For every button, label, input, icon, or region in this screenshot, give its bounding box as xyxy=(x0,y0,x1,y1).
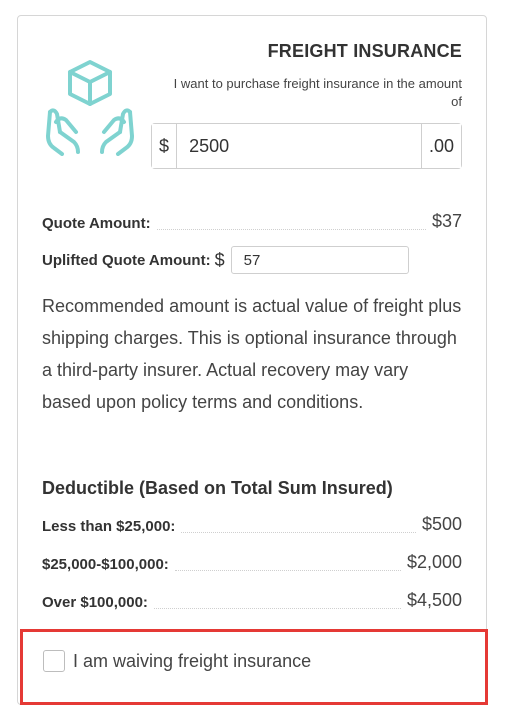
dotted-leader xyxy=(156,229,426,230)
quote-amount-label: Quote Amount: xyxy=(42,215,151,232)
waive-insurance-label[interactable]: I am waiving freight insurance xyxy=(73,651,311,672)
page-title: FREIGHT INSURANCE xyxy=(267,41,462,61)
deductible-row: Less than $25,000: $500 xyxy=(42,514,462,535)
dotted-leader xyxy=(181,532,416,533)
uplifted-quote-label: Uplifted Quote Amount: xyxy=(42,251,211,269)
deductible-row: Over $100,000: $4,500 xyxy=(42,590,462,611)
deductible-label: Over $100,000: xyxy=(42,594,148,611)
deductible-value: $4,500 xyxy=(406,590,462,610)
insurance-amount-input[interactable] xyxy=(177,124,422,168)
dotted-leader xyxy=(174,570,401,571)
deductible-row: $25,000-$100,000: $2,000 xyxy=(42,552,462,573)
quote-amount-value: $37 xyxy=(431,211,462,231)
insurance-note: Recommended amount is actual value of fr… xyxy=(42,296,462,412)
cents-suffix: .00 xyxy=(421,124,461,168)
uplifted-currency: $ xyxy=(214,249,225,270)
subtitle-text: I want to purchase freight insurance in … xyxy=(173,76,462,109)
hands-holding-box-icon xyxy=(46,60,134,156)
uplifted-quote-input[interactable] xyxy=(230,246,409,274)
deductible-value: $500 xyxy=(421,514,462,534)
waive-insurance-option[interactable]: I am waiving freight insurance xyxy=(43,650,311,672)
uplifted-quote-row: Uplifted Quote Amount: $ xyxy=(42,246,409,274)
deductible-label: $25,000-$100,000: xyxy=(42,556,169,573)
waive-insurance-checkbox[interactable] xyxy=(43,650,65,672)
quote-amount-row: Quote Amount: $37 xyxy=(42,211,462,232)
deductible-value: $2,000 xyxy=(406,552,462,572)
deductible-heading: Deductible (Based on Total Sum Insured) xyxy=(42,478,393,498)
dotted-leader xyxy=(153,608,401,609)
insurance-amount-group: $ .00 xyxy=(151,123,462,169)
deductible-label: Less than $25,000: xyxy=(42,518,176,535)
currency-prefix: $ xyxy=(152,124,178,168)
